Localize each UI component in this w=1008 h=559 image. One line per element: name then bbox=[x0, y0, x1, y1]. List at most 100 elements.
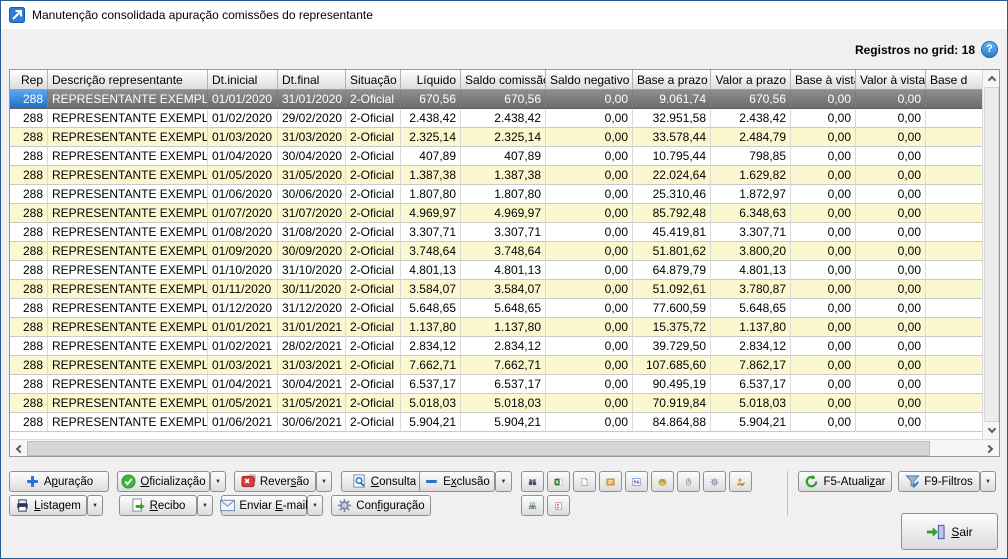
grid-cell[interactable]: 5.904,21 bbox=[401, 413, 461, 432]
table-row[interactable]: 288REPRESENTANTE EXEMPLO 0101/10/202031/… bbox=[10, 261, 982, 280]
grid-cell[interactable]: REPRESENTANTE EXEMPLO 01 bbox=[48, 261, 208, 280]
table-row[interactable]: 288REPRESENTANTE EXEMPLO 0101/03/202131/… bbox=[10, 356, 982, 375]
grid-cell[interactable]: 288 bbox=[10, 223, 48, 242]
grid-cell[interactable]: 0,00 bbox=[546, 280, 633, 299]
grid-cell[interactable]: REPRESENTANTE EXEMPLO 01 bbox=[48, 147, 208, 166]
grid-cell[interactable]: REPRESENTANTE EXEMPLO 01 bbox=[48, 109, 208, 128]
consulta-button[interactable]: Consulta bbox=[341, 471, 427, 492]
grid-cell[interactable]: 0,00 bbox=[856, 280, 926, 299]
grid-cell[interactable]: 01/11/2020 bbox=[208, 280, 278, 299]
grid-cell[interactable]: 30/11/2020 bbox=[278, 280, 346, 299]
grid-cell[interactable]: 0,00 bbox=[791, 185, 856, 204]
grid-cell[interactable]: 0,00 bbox=[856, 375, 926, 394]
scroll-left-button[interactable] bbox=[10, 440, 27, 457]
grid-cell[interactable] bbox=[926, 242, 982, 261]
grid-cell[interactable]: 31/12/2020 bbox=[278, 299, 346, 318]
grid-cell[interactable]: 2-Oficial bbox=[346, 280, 401, 299]
grid-cell[interactable]: 0,00 bbox=[546, 185, 633, 204]
grid-cell[interactable]: 2-Oficial bbox=[346, 356, 401, 375]
grid-cell[interactable]: 0,00 bbox=[791, 147, 856, 166]
grid-cell[interactable]: 51.801,62 bbox=[633, 242, 711, 261]
grid-cell[interactable]: 7.662,71 bbox=[401, 356, 461, 375]
calendar-icon-button[interactable] bbox=[599, 471, 622, 492]
grid-cell[interactable]: 0,00 bbox=[546, 242, 633, 261]
grid-cell[interactable]: 0,00 bbox=[791, 375, 856, 394]
grid-cell[interactable]: 0,00 bbox=[546, 204, 633, 223]
grid-cell[interactable]: REPRESENTANTE EXEMPLO 01 bbox=[48, 128, 208, 147]
grid-cell[interactable]: 01/08/2020 bbox=[208, 223, 278, 242]
grid-cell[interactable]: REPRESENTANTE EXEMPLO 01 bbox=[48, 356, 208, 375]
grid-cell[interactable]: 28/02/2021 bbox=[278, 337, 346, 356]
grid-cell[interactable]: 32.951,58 bbox=[633, 109, 711, 128]
grid-cell[interactable]: 6.537,17 bbox=[711, 375, 791, 394]
grid-cell[interactable]: 0,00 bbox=[791, 413, 856, 432]
grid-cell[interactable]: 1.387,38 bbox=[461, 166, 546, 185]
grid-cell[interactable]: 2-Oficial bbox=[346, 413, 401, 432]
grid-cell[interactable]: 2.834,12 bbox=[711, 337, 791, 356]
column-header-9[interactable]: Valor a prazo bbox=[711, 70, 791, 90]
grid-cell[interactable]: 01/02/2020 bbox=[208, 109, 278, 128]
grid-cell[interactable]: 288 bbox=[10, 242, 48, 261]
grid-cell[interactable]: 1.137,80 bbox=[401, 318, 461, 337]
grid-cell[interactable]: 0,00 bbox=[791, 223, 856, 242]
grid-cell[interactable]: REPRESENTANTE EXEMPLO 01 bbox=[48, 204, 208, 223]
grid-cell[interactable]: 10.795,44 bbox=[633, 147, 711, 166]
grid-cell[interactable] bbox=[926, 147, 982, 166]
grid-cell[interactable]: 0,00 bbox=[791, 356, 856, 375]
grid-cell[interactable]: 670,56 bbox=[711, 90, 791, 109]
table-row[interactable]: 288REPRESENTANTE EXEMPLO 0101/09/202030/… bbox=[10, 242, 982, 261]
grid-cell[interactable]: 0,00 bbox=[856, 90, 926, 109]
grid-cell[interactable]: REPRESENTANTE EXEMPLO 01 bbox=[48, 375, 208, 394]
grid-cell[interactable] bbox=[926, 90, 982, 109]
grid-cell[interactable]: 15.375,72 bbox=[633, 318, 711, 337]
grid-cell[interactable] bbox=[926, 185, 982, 204]
exclusao-dropdown[interactable]: ▼ bbox=[495, 471, 512, 492]
grid-cell[interactable]: 0,00 bbox=[856, 242, 926, 261]
grid-cell[interactable]: 5.018,03 bbox=[401, 394, 461, 413]
grid-cell[interactable]: 670,56 bbox=[461, 90, 546, 109]
grid-cell[interactable] bbox=[926, 204, 982, 223]
grid-cell[interactable]: 2-Oficial bbox=[346, 185, 401, 204]
grid-cell[interactable]: 90.495,19 bbox=[633, 375, 711, 394]
grid-cell[interactable]: 7.662,71 bbox=[461, 356, 546, 375]
grid-cell[interactable]: 64.879,79 bbox=[633, 261, 711, 280]
grid-cell[interactable]: 0,00 bbox=[856, 109, 926, 128]
grid-cell[interactable]: 288 bbox=[10, 166, 48, 185]
grid-cell[interactable]: 2-Oficial bbox=[346, 204, 401, 223]
new-document-icon-button[interactable] bbox=[573, 471, 596, 492]
grid-cell[interactable]: 2.438,42 bbox=[401, 109, 461, 128]
scroll-down-button[interactable] bbox=[983, 422, 1000, 439]
grid-cell[interactable]: 1.872,97 bbox=[711, 185, 791, 204]
grid-cell[interactable]: REPRESENTANTE EXEMPLO 01 bbox=[48, 166, 208, 185]
listagem-dropdown[interactable]: ▼ bbox=[87, 495, 103, 516]
grid-cell[interactable]: 6.537,17 bbox=[401, 375, 461, 394]
grid-cell[interactable]: 0,00 bbox=[856, 356, 926, 375]
f9-filtros-dropdown[interactable]: ▼ bbox=[980, 471, 996, 492]
grid-cell[interactable]: 0,00 bbox=[546, 109, 633, 128]
grid-cell[interactable]: 3.748,64 bbox=[401, 242, 461, 261]
column-header-4[interactable]: Situação bbox=[346, 70, 401, 90]
grid-cell[interactable]: 30/09/2020 bbox=[278, 242, 346, 261]
grid-cell[interactable]: 6.537,17 bbox=[461, 375, 546, 394]
grid-cell[interactable] bbox=[926, 280, 982, 299]
grid-cell[interactable]: 0,00 bbox=[546, 356, 633, 375]
grid-cell[interactable]: 2-Oficial bbox=[346, 261, 401, 280]
grid-cell[interactable]: 01/03/2020 bbox=[208, 128, 278, 147]
grid-cell[interactable]: 3.780,87 bbox=[711, 280, 791, 299]
enviar-email-button[interactable]: Enviar E-mail bbox=[221, 495, 307, 516]
grid-cell[interactable]: 0,00 bbox=[791, 280, 856, 299]
grid-cell[interactable]: 288 bbox=[10, 299, 48, 318]
grid-cell[interactable]: 0,00 bbox=[856, 204, 926, 223]
table-row[interactable]: 288REPRESENTANTE EXEMPLO 0101/12/202031/… bbox=[10, 299, 982, 318]
grid-cell[interactable]: 107.685,60 bbox=[633, 356, 711, 375]
grid-cell[interactable]: 25.310,46 bbox=[633, 185, 711, 204]
grid-cell[interactable]: 0,00 bbox=[546, 128, 633, 147]
grid-cell[interactable]: 2.484,79 bbox=[711, 128, 791, 147]
grid-cell[interactable]: 2-Oficial bbox=[346, 147, 401, 166]
grid-cell[interactable]: 288 bbox=[10, 375, 48, 394]
grid-cell[interactable]: 2-Oficial bbox=[346, 109, 401, 128]
table-row[interactable]: 288REPRESENTANTE EXEMPLO 0101/08/202031/… bbox=[10, 223, 982, 242]
table-row[interactable]: 288REPRESENTANTE EXEMPLO 0101/03/202031/… bbox=[10, 128, 982, 147]
grid-cell[interactable]: 0,00 bbox=[546, 337, 633, 356]
grid-cell[interactable]: 0,00 bbox=[856, 166, 926, 185]
